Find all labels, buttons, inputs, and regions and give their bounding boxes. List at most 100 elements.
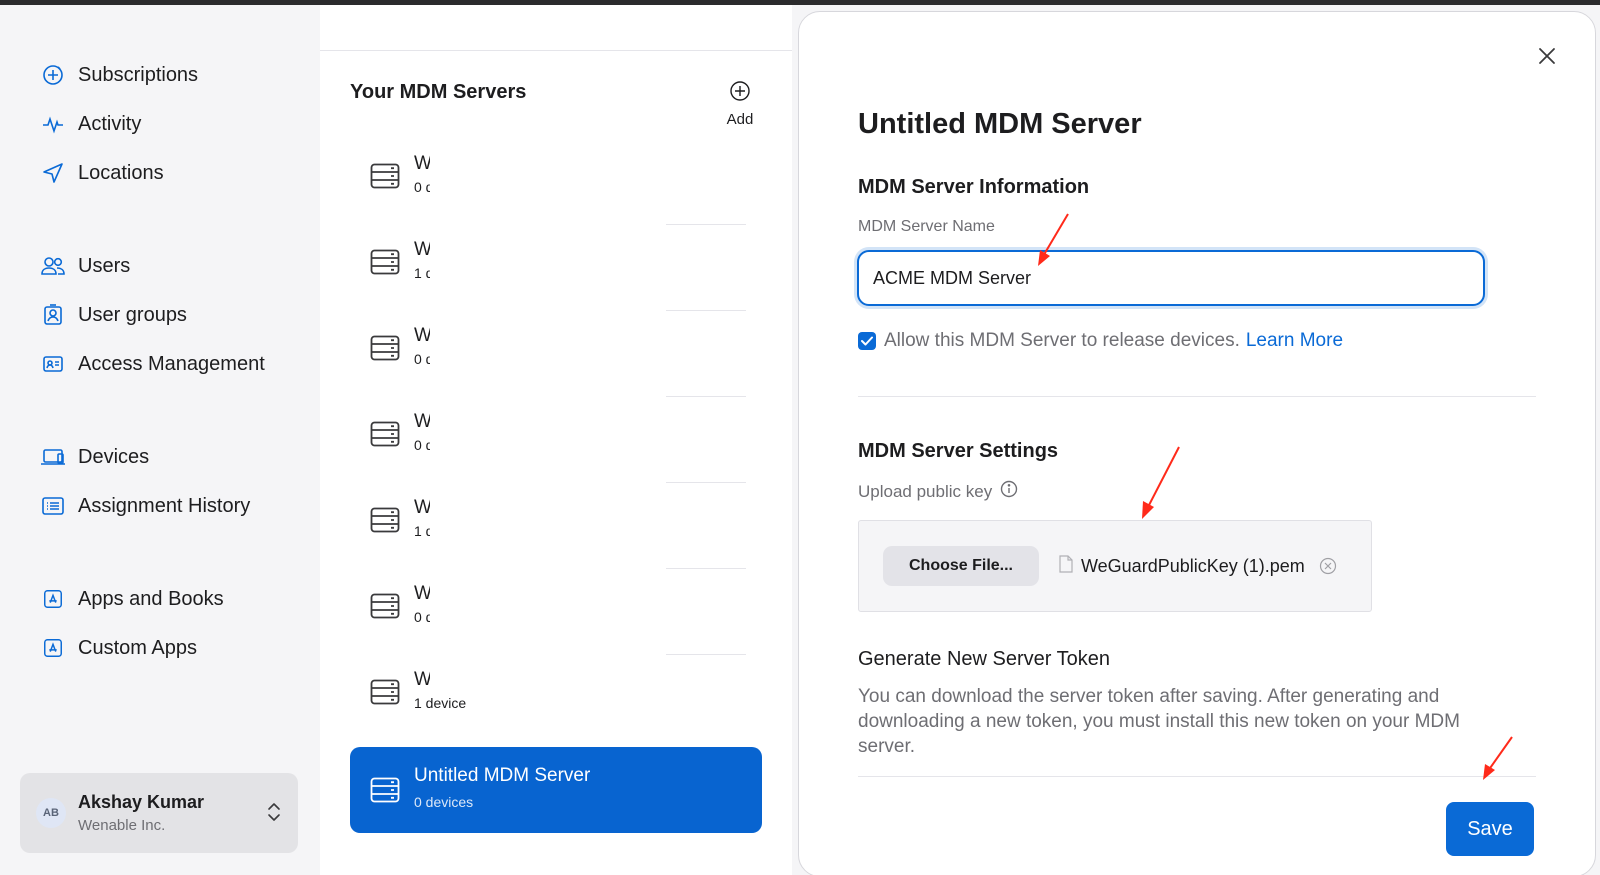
sidebar-item-label: Locations	[78, 161, 164, 184]
list-item[interactable]: W 1 device	[350, 225, 762, 311]
avatar: AB	[36, 798, 66, 828]
list-item[interactable]: W 0 devices	[350, 139, 762, 225]
sidebar-item-label: Subscriptions	[78, 63, 199, 86]
sidebar-item-assignment-history[interactable]: Assignment History	[40, 490, 250, 522]
sidebar-item-label: Devices	[78, 445, 150, 468]
server-name-input[interactable]	[857, 250, 1485, 306]
sidebar-item-label: Apps and Books	[78, 587, 224, 610]
laptop-icon	[40, 444, 66, 470]
upload-key-text: Upload public key	[858, 481, 993, 501]
server-name: W	[414, 583, 430, 604]
subscriptions-icon	[40, 62, 66, 88]
server-icon	[370, 421, 400, 452]
add-label: Add	[726, 111, 754, 128]
server-list-pane: Your MDM Servers Add W 0 devices W 1 dev…	[320, 5, 792, 875]
sidebar: Subscriptions Activity Locations Users U…	[0, 5, 320, 875]
sidebar-item-activity[interactable]: Activity	[40, 108, 141, 140]
allow-release-checkbox[interactable]	[858, 332, 876, 350]
token-description: You can download the server token after …	[858, 686, 1460, 757]
list-item[interactable]: W 0 devices	[350, 397, 762, 483]
users-icon	[40, 253, 66, 279]
server-device-count: 0 devices	[414, 794, 474, 810]
choose-file-button[interactable]: Choose File...	[883, 546, 1039, 586]
server-icon	[370, 249, 400, 280]
add-server-button[interactable]: Add	[720, 80, 760, 128]
server-name: W	[414, 669, 430, 690]
file-name: WeGuardPublicKey (1).pem	[1081, 555, 1305, 576]
section-heading-information: MDM Server Information	[858, 176, 1090, 198]
allow-release-label: Allow this MDM Server to release devices…	[884, 330, 1240, 351]
server-name: Untitled MDM Server	[414, 765, 591, 786]
remove-circle-icon	[1319, 557, 1336, 575]
section-heading-settings: MDM Server Settings	[858, 440, 1059, 462]
sidebar-item-subscriptions[interactable]: Subscriptions	[40, 59, 198, 91]
divider	[320, 50, 792, 51]
remove-file-button[interactable]	[1319, 557, 1337, 575]
token-heading: Generate New Server Token	[858, 648, 1110, 670]
app-store-icon	[40, 635, 66, 661]
file-upload-area: Choose File... WeGuardPublicKey (1).pem	[858, 520, 1372, 612]
list-item-selected[interactable]: Untitled MDM Server 0 devices	[350, 747, 762, 833]
server-name: W	[414, 325, 430, 346]
server-icon	[370, 507, 400, 538]
list-item[interactable]: W 0 devices	[350, 311, 762, 397]
sidebar-item-label: Activity	[78, 112, 142, 135]
server-device-count: 0 devices	[414, 609, 430, 625]
sidebar-item-custom-apps[interactable]: Custom Apps	[40, 632, 197, 664]
id-card-icon	[40, 351, 66, 377]
sidebar-item-user-groups[interactable]: User groups	[40, 299, 187, 331]
server-name: W	[414, 239, 430, 260]
server-icon	[370, 163, 400, 194]
sidebar-item-users[interactable]: Users	[40, 250, 130, 282]
server-device-count: 0 devices	[414, 351, 430, 367]
upload-key-label: Upload public key	[858, 480, 1018, 503]
server-device-count: 0 devices	[414, 179, 430, 195]
sidebar-item-locations[interactable]: Locations	[40, 157, 164, 189]
panel-title: Untitled MDM Server	[858, 108, 1142, 140]
sidebar-item-apps-and-books[interactable]: Apps and Books	[40, 583, 224, 615]
sidebar-item-label: Users	[78, 254, 131, 277]
divider	[858, 396, 1536, 397]
user-name: Akshay Kumar	[78, 792, 205, 812]
sidebar-item-label: User groups	[78, 303, 187, 326]
list-item[interactable]: W 1 device	[350, 483, 762, 569]
list-title: Your MDM Servers	[350, 81, 527, 103]
app-store-icon	[40, 586, 66, 612]
sidebar-item-label: Assignment History	[78, 494, 251, 517]
server-name-label: MDM Server Name	[858, 218, 995, 235]
server-icon	[370, 679, 400, 710]
allow-release-row: Allow this MDM Server to release devices…	[858, 330, 1343, 352]
add-circle-icon	[730, 81, 750, 101]
location-arrow-icon	[40, 160, 66, 186]
activity-icon	[40, 111, 66, 137]
list-item[interactable]: W 1 device	[350, 655, 762, 741]
selected-file: WeGuardPublicKey (1).pem	[1059, 546, 1337, 586]
info-icon[interactable]	[1000, 480, 1018, 503]
server-device-count: 1 device	[414, 265, 430, 281]
user-org: Wenable Inc.	[78, 817, 166, 834]
list-icon	[40, 493, 66, 519]
close-button[interactable]	[1533, 42, 1561, 70]
close-icon	[1539, 48, 1555, 64]
account-switcher[interactable]: AB Akshay Kumar Wenable Inc.	[20, 773, 298, 853]
sidebar-item-label: Access Management	[78, 352, 265, 375]
server-name: W	[414, 411, 430, 432]
sidebar-item-label: Custom Apps	[78, 636, 197, 659]
list-item[interactable]: W 0 devices	[350, 569, 762, 655]
user-groups-icon	[40, 302, 66, 328]
sidebar-item-devices[interactable]: Devices	[40, 441, 149, 473]
app-window: Subscriptions Activity Locations Users U…	[0, 5, 1600, 875]
divider	[858, 776, 1536, 777]
chevron-up-down-icon	[266, 801, 282, 828]
checkmark-icon	[861, 336, 873, 346]
server-name: W	[414, 153, 430, 174]
learn-more-link[interactable]: Learn More	[1246, 330, 1343, 352]
server-device-count: 0 devices	[414, 437, 430, 453]
server-device-count: 1 device	[414, 695, 467, 711]
save-button[interactable]: Save	[1446, 802, 1534, 856]
server-detail-panel: Untitled MDM Server MDM Server Informati…	[798, 11, 1596, 875]
server-icon	[370, 593, 400, 624]
server-device-count: 1 device	[414, 523, 430, 539]
sidebar-item-access-management[interactable]: Access Management	[40, 348, 265, 380]
server-icon	[370, 777, 400, 808]
